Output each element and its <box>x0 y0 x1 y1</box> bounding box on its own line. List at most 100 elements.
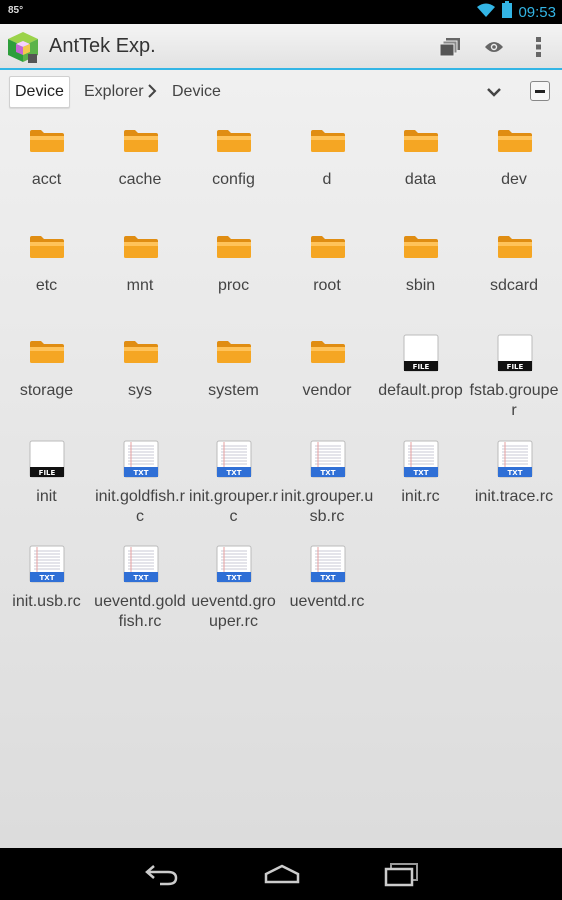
file-item[interactable]: TXT ueventd.grouper.rc <box>187 544 280 644</box>
file-item[interactable]: FILE default.prop <box>374 333 467 433</box>
folder-item[interactable]: dev <box>468 122 561 222</box>
item-label: sbin <box>405 276 436 294</box>
item-label: d <box>322 171 332 188</box>
text-file-icon: TXT <box>496 439 534 479</box>
item-label: init.goldfish.rc <box>95 487 185 525</box>
file-item[interactable]: TXT ueventd.goldfish.rc <box>94 544 187 644</box>
item-label: dev <box>501 171 527 188</box>
folder-item[interactable]: data <box>374 122 467 222</box>
device-root-button[interactable]: Device <box>9 76 70 108</box>
item-label: init.grouper.usb.rc <box>280 487 374 525</box>
item-label: ueventd.goldfish.rc <box>94 593 186 630</box>
file-icon: FILE <box>28 439 66 479</box>
item-label: default.prop <box>378 382 463 399</box>
file-item[interactable]: TXT init.goldfish.rc <box>94 439 187 539</box>
svg-text:TXT: TXT <box>414 469 429 477</box>
breadcrumb-device[interactable]: Device <box>172 83 221 101</box>
home-icon[interactable] <box>262 860 302 888</box>
windows-icon[interactable] <box>436 33 464 61</box>
folder-icon <box>309 122 347 162</box>
folder-icon <box>402 228 440 268</box>
item-label: proc <box>217 276 250 294</box>
folder-icon <box>215 122 253 162</box>
folder-item[interactable]: sdcard <box>468 228 561 328</box>
item-label: ueventd.grouper.rc <box>191 593 276 630</box>
svg-text:TXT: TXT <box>320 574 335 582</box>
clock: 09:53 <box>518 3 556 21</box>
svg-text:TXT: TXT <box>320 469 335 477</box>
svg-text:TXT: TXT <box>227 574 242 582</box>
svg-text:TXT: TXT <box>40 574 55 582</box>
eye-icon[interactable] <box>480 33 508 61</box>
folder-item[interactable]: storage <box>0 333 93 433</box>
item-label: sdcard <box>489 276 539 294</box>
item-label: init.trace.rc <box>474 487 554 505</box>
collapse-minus-button[interactable] <box>530 81 550 101</box>
folder-item[interactable]: etc <box>0 228 93 328</box>
chevron-down-icon[interactable] <box>484 82 506 102</box>
folder-item[interactable]: sys <box>94 333 187 433</box>
item-label: mnt <box>126 276 154 294</box>
file-item[interactable]: FILE init <box>0 439 93 539</box>
svg-text:FILE: FILE <box>39 469 56 477</box>
item-label: cache <box>118 171 162 188</box>
text-file-icon: TXT <box>215 544 253 584</box>
folder-icon <box>309 228 347 268</box>
file-item[interactable]: TXT init.rc <box>374 439 467 539</box>
recent-apps-icon[interactable] <box>382 860 422 888</box>
file-icon: FILE <box>402 333 440 373</box>
item-label: storage <box>19 382 74 399</box>
breadcrumb-explorer[interactable]: Explorer <box>84 83 144 101</box>
item-label: etc <box>35 276 58 294</box>
file-icon: FILE <box>496 333 534 373</box>
action-bar: AntTek Exp. <box>0 24 562 70</box>
file-item[interactable]: TXT init.usb.rc <box>0 544 93 644</box>
item-label: acct <box>31 171 62 188</box>
folder-icon <box>309 333 347 373</box>
status-bar: 85° 09:53 <box>0 0 562 24</box>
item-label: fstab.grouper <box>469 382 559 419</box>
app-title: AntTek Exp. <box>49 35 156 57</box>
folder-item[interactable]: cache <box>94 122 187 222</box>
folder-item[interactable]: root <box>281 228 374 328</box>
item-label: init.rc <box>401 487 440 505</box>
svg-text:FILE: FILE <box>413 363 430 371</box>
folder-icon <box>215 228 253 268</box>
item-label: root <box>313 276 341 294</box>
app-logo-icon[interactable] <box>6 30 40 64</box>
item-label: system <box>208 382 259 399</box>
temperature-text: 85° <box>8 5 24 16</box>
folder-item[interactable]: vendor <box>281 333 374 433</box>
folder-icon <box>496 228 534 268</box>
text-file-icon: TXT <box>402 439 440 479</box>
file-item[interactable]: TXT init.trace.rc <box>468 439 561 539</box>
path-bar: Device Explorer Device <box>0 70 562 114</box>
file-browser: Device Explorer Device acct cache config d d… <box>0 70 562 848</box>
navigation-bar <box>0 848 562 900</box>
folder-item[interactable]: proc <box>187 228 280 328</box>
folder-item[interactable]: sbin <box>374 228 467 328</box>
item-label: init.usb.rc <box>12 593 81 610</box>
item-label: sys <box>128 382 152 399</box>
folder-icon <box>402 122 440 162</box>
item-label: data <box>404 171 437 188</box>
svg-text:FILE: FILE <box>506 363 523 371</box>
folder-item[interactable]: mnt <box>94 228 187 328</box>
file-item[interactable]: TXT ueventd.rc <box>281 544 374 644</box>
svg-text:TXT: TXT <box>133 469 148 477</box>
folder-item[interactable]: config <box>187 122 280 222</box>
file-item[interactable]: FILE fstab.grouper <box>468 333 561 433</box>
status-indicators: 09:53 <box>476 0 556 24</box>
file-item[interactable]: TXT init.grouper.usb.rc <box>281 439 374 539</box>
folder-icon <box>28 228 66 268</box>
back-icon[interactable] <box>142 860 182 888</box>
folder-item[interactable]: d <box>281 122 374 222</box>
folder-icon <box>215 333 253 373</box>
file-item[interactable]: TXT init.grouper.rc <box>187 439 280 539</box>
folder-item[interactable]: system <box>187 333 280 433</box>
item-label: vendor <box>302 382 352 399</box>
overflow-menu-icon[interactable] <box>525 33 553 61</box>
text-file-icon: TXT <box>122 544 160 584</box>
folder-icon <box>496 122 534 162</box>
folder-item[interactable]: acct <box>0 122 93 222</box>
